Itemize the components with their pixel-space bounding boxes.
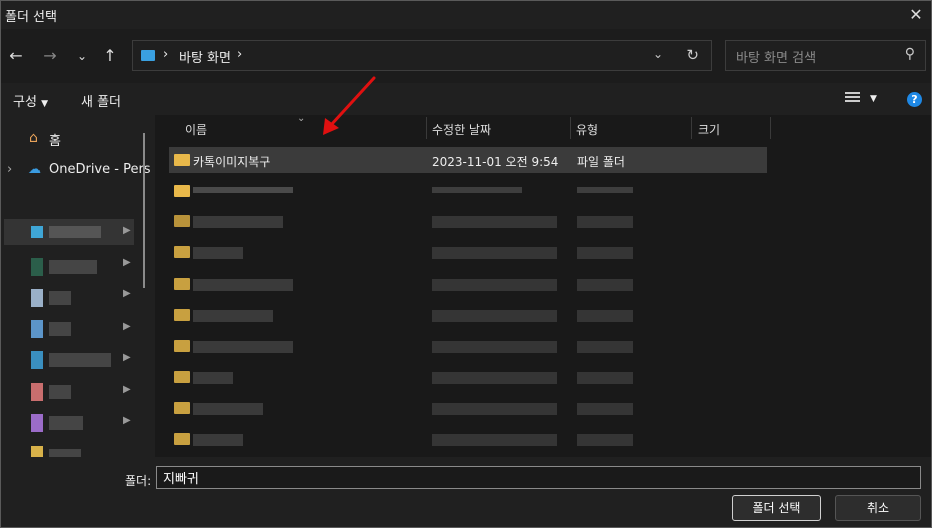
folder-picker-dialog: 폴더 선택 ✕ ← → ⌄ ↑ › 바탕 화면 › ⌄ ↻ 바탕 화면 검색 ⚲… bbox=[0, 0, 932, 528]
annotation-arrow-icon bbox=[323, 76, 376, 135]
